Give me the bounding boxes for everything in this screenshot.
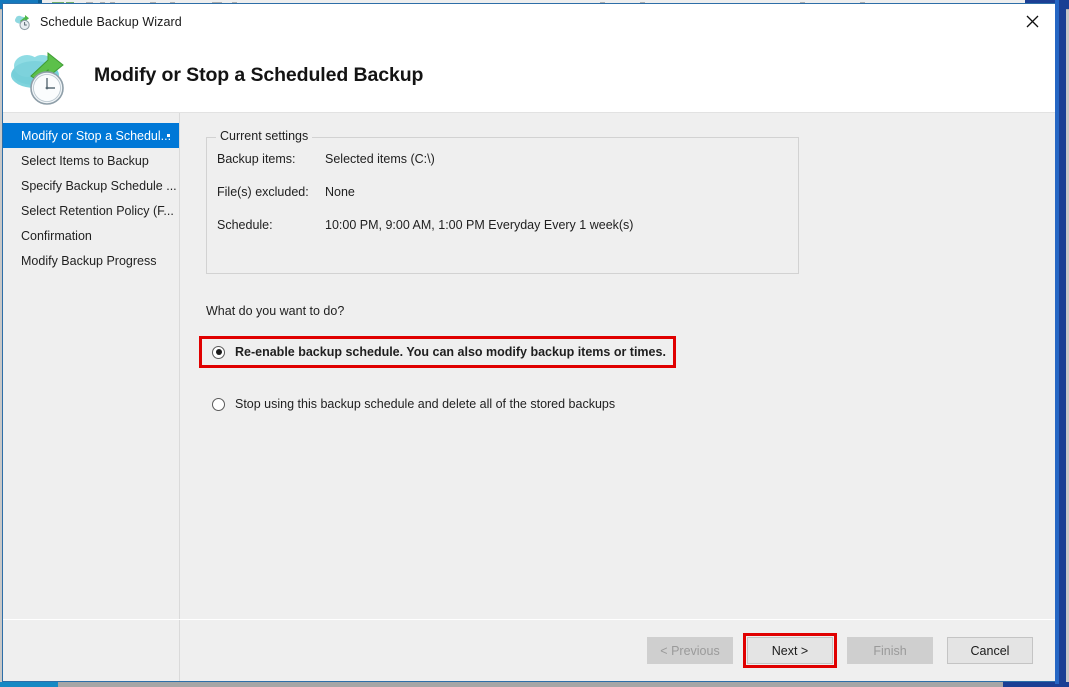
option-label: Re-enable backup schedule. You can also … — [235, 345, 666, 359]
cloud-clock-icon — [14, 13, 32, 31]
dialog-body: Modify or Stop a Schedul... Select Items… — [3, 112, 1055, 619]
setting-row-files-excluded: File(s) excluded: None — [217, 185, 798, 199]
sidebar-item-label: Specify Backup Schedule ... — [21, 179, 177, 193]
title-bar: Schedule Backup Wizard — [3, 4, 1055, 39]
setting-row-backup-items: Backup items: Selected items (C:\) — [217, 152, 798, 166]
question-label: What do you want to do? — [206, 304, 1055, 318]
wizard-steps-sidebar: Modify or Stop a Schedul... Select Items… — [3, 113, 180, 619]
setting-label: Backup items: — [217, 152, 325, 166]
next-button[interactable]: Next > — [747, 637, 833, 664]
option-label: Stop using this backup schedule and dele… — [235, 397, 615, 411]
next-button-wrap: Next > — [747, 637, 833, 664]
sidebar-item-confirmation[interactable]: Confirmation — [3, 223, 179, 248]
sidebar-item-modify-or-stop[interactable]: Modify or Stop a Schedul... — [3, 123, 179, 148]
finish-button: Finish — [847, 637, 933, 664]
dialog-right-border-inner — [1055, 0, 1059, 684]
sidebar-item-label: Modify Backup Progress — [21, 254, 156, 268]
sidebar-item-label: Select Items to Backup — [21, 154, 149, 168]
finish-button-wrap: Finish — [833, 637, 933, 664]
sidebar-item-select-items[interactable]: Select Items to Backup — [3, 148, 179, 173]
previous-button: < Previous — [647, 637, 733, 664]
cancel-button[interactable]: Cancel — [947, 637, 1033, 664]
background-taskbar — [0, 682, 1069, 687]
setting-row-schedule: Schedule: 10:00 PM, 9:00 AM, 1:00 PM Eve… — [217, 218, 798, 232]
current-settings-legend: Current settings — [216, 129, 312, 143]
setting-value: None — [325, 185, 355, 199]
cloud-backup-clock-icon — [10, 47, 74, 105]
wizard-header: Modify or Stop a Scheduled Backup — [3, 39, 1055, 112]
radio-button-icon[interactable] — [212, 398, 225, 411]
option-re-enable-schedule[interactable]: Re-enable backup schedule. You can also … — [202, 339, 673, 365]
radio-button-icon[interactable] — [212, 346, 225, 359]
schedule-backup-wizard-dialog: Schedule Backup Wizard — [2, 3, 1055, 682]
sidebar-item-modify-progress[interactable]: Modify Backup Progress — [3, 248, 179, 273]
current-settings-table: Backup items: Selected items (C:\) File(… — [207, 138, 798, 232]
sidebar-item-label: Confirmation — [21, 229, 92, 243]
previous-button-wrap: < Previous — [633, 637, 733, 664]
setting-value: Selected items (C:\) — [325, 152, 435, 166]
setting-value: 10:00 PM, 9:00 AM, 1:00 PM Everyday Ever… — [325, 218, 633, 232]
cancel-button-wrap: Cancel — [933, 637, 1033, 664]
sidebar-item-label: Select Retention Policy (F... — [21, 204, 174, 218]
sidebar-item-specify-schedule[interactable]: Specify Backup Schedule ... — [3, 173, 179, 198]
sidebar-item-retention-policy[interactable]: Select Retention Policy (F... — [3, 198, 179, 223]
wizard-content: Current settings Backup items: Selected … — [180, 113, 1055, 619]
window-title: Schedule Backup Wizard — [40, 15, 182, 29]
setting-label: File(s) excluded: — [217, 185, 325, 199]
option-stop-and-delete[interactable]: Stop using this backup schedule and dele… — [206, 391, 622, 417]
dialog-footer: < Previous Next > Finish Cancel — [3, 619, 1055, 681]
current-settings-group: Current settings Backup items: Selected … — [206, 137, 799, 274]
background-taskbar-accent — [0, 682, 58, 687]
sidebar-item-label: Modify or Stop a Schedul... — [21, 129, 171, 143]
screen: Schedule Backup Wizard — [0, 0, 1069, 687]
footer-sidebar-divider — [3, 620, 180, 681]
setting-label: Schedule: — [217, 218, 325, 232]
page-title: Modify or Stop a Scheduled Backup — [94, 64, 423, 87]
close-icon[interactable] — [1009, 4, 1055, 38]
